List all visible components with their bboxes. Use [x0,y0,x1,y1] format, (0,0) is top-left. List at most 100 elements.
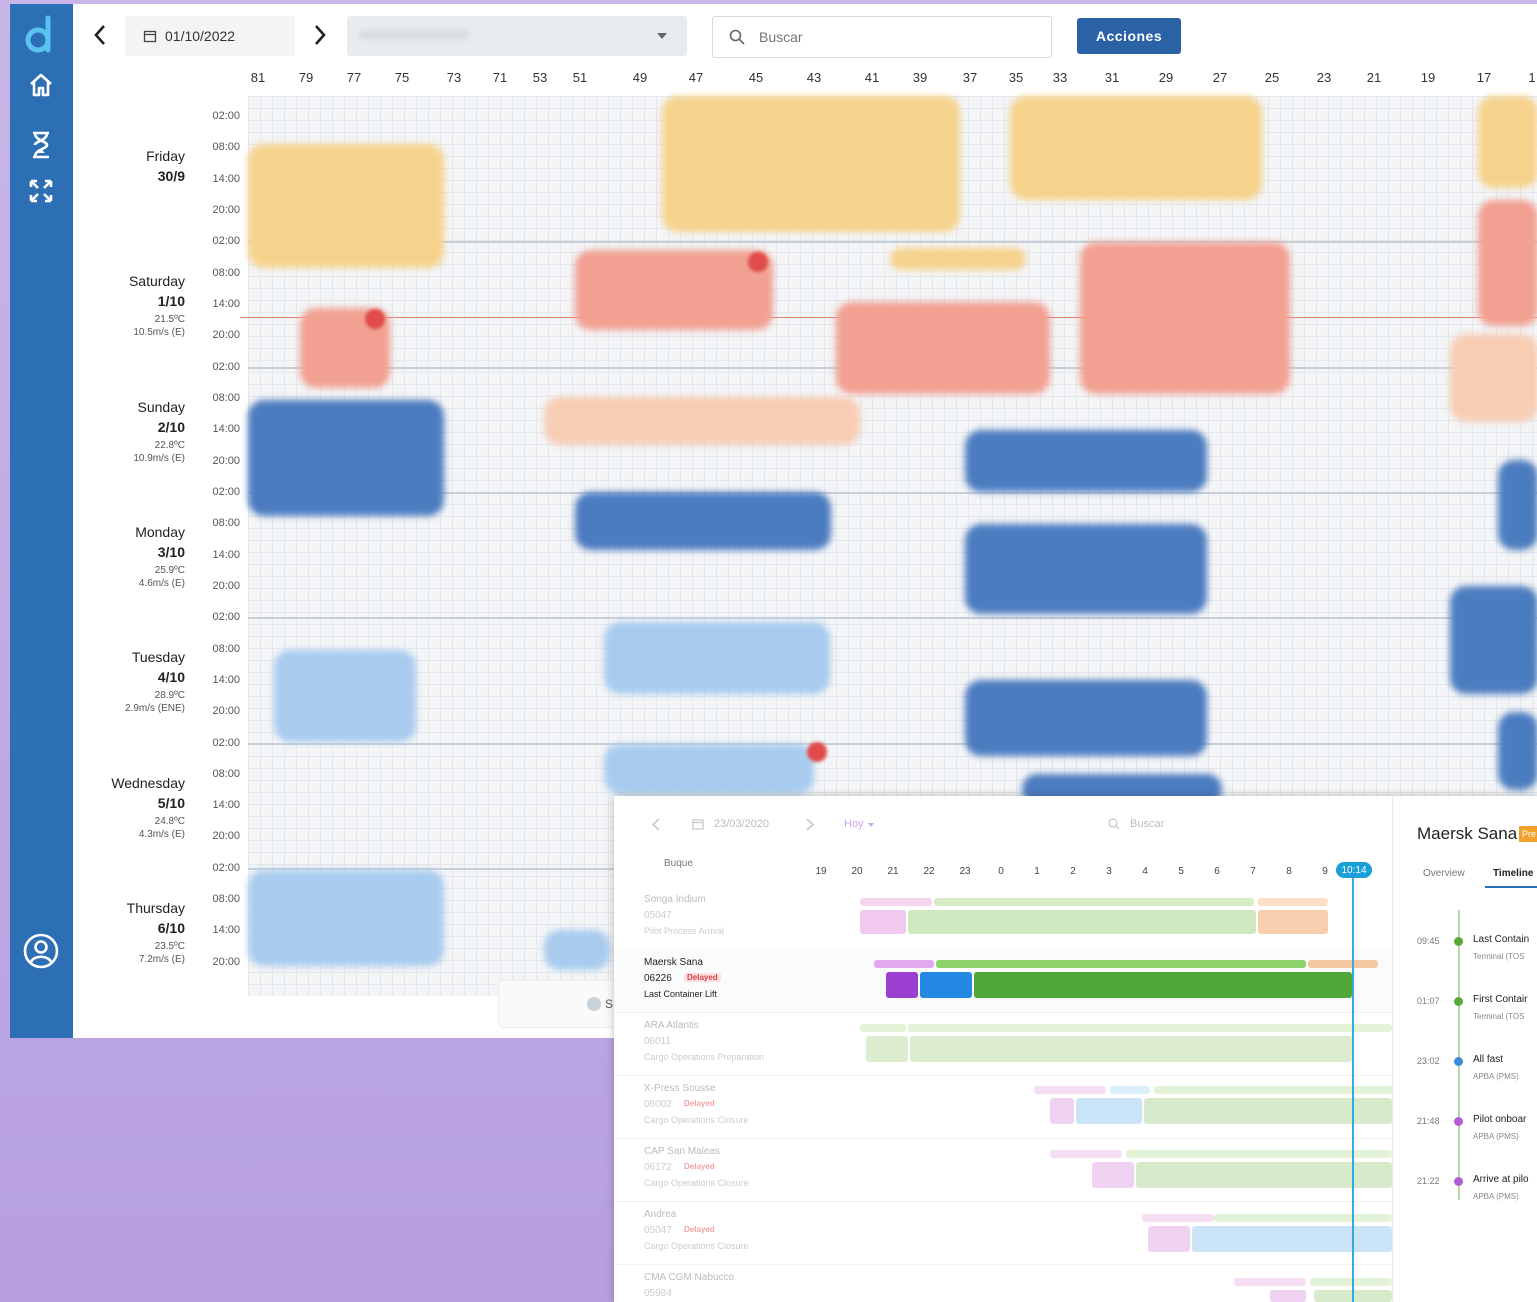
temperature: 28.9ºC [154,690,185,702]
chevron-down-icon [657,33,667,39]
tab-overview[interactable]: Overview [1423,868,1465,879]
timeline-bar[interactable] [1148,1226,1190,1252]
timeline-bar[interactable] [1214,1214,1392,1222]
timeline-bar[interactable] [860,910,906,934]
time-label: 02:00 [212,235,240,248]
timeline-bar[interactable] [936,960,1306,968]
delay-tag: Delayed [684,1162,715,1171]
logo-icon[interactable] [20,14,62,56]
vessel-block[interactable] [544,397,860,445]
timeline-bar[interactable] [1270,1290,1306,1302]
event-time: 21:22 [1417,1176,1440,1186]
hourglass-icon[interactable] [20,124,62,166]
timeline-bar[interactable] [1154,1086,1394,1094]
timeline-bar[interactable] [866,1036,908,1062]
timeline-bar[interactable] [860,898,932,906]
vessel-block[interactable] [890,248,1026,270]
vessel-block[interactable] [1478,200,1537,326]
timeline-bar[interactable] [1050,1098,1074,1124]
timeline-event[interactable]: 01:07 First Contair Terminal (TOS [1393,994,1537,1056]
actions-button[interactable]: Acciones [1077,18,1181,54]
column-label: 39 [912,70,928,85]
next-day-button[interactable] [305,18,335,52]
time-label: 20:00 [212,705,240,718]
timeline-bar[interactable] [1142,1214,1214,1222]
column-label: 29 [1158,70,1174,85]
vessel-block[interactable] [544,930,610,970]
timeline-bar[interactable] [1110,1086,1150,1094]
column-label: 27 [1212,70,1228,85]
column-label: 81 [250,70,266,85]
vessel-block[interactable] [1450,586,1537,694]
prev-day-button[interactable] [85,18,115,52]
vessel-block[interactable] [836,302,1050,394]
timeline-bar[interactable] [908,910,1256,934]
vessel-block[interactable] [1498,460,1537,550]
day-label: Friday 30/9 [73,148,185,188]
vessel-block[interactable] [1080,242,1290,394]
calendar-icon [692,819,704,830]
vessel-block[interactable] [1010,96,1262,200]
vessel-block[interactable] [575,492,831,550]
vessel-block[interactable] [248,144,444,268]
legend-label: S [605,997,614,1011]
date-picker[interactable]: 01/10/2022 [125,16,295,56]
next-arrow-icon[interactable] [806,818,814,831]
panel-search-input[interactable]: Buscar [1130,818,1164,830]
vessel-block[interactable] [965,524,1207,614]
user-circle-icon[interactable] [22,932,60,970]
timeline-bar[interactable] [1308,960,1378,968]
vessel-block[interactable] [248,870,444,966]
timeline-bar[interactable] [886,972,918,998]
search-field[interactable] [712,16,1052,58]
timeline-bar[interactable] [920,972,972,998]
timeline-bar[interactable] [1092,1162,1134,1188]
vessel-block[interactable] [1498,712,1537,790]
vessel-block[interactable] [662,96,960,232]
timeline-event[interactable]: 21:48 Pilot onboar APBA (PMS) [1393,1114,1537,1176]
timeline-bar[interactable] [1076,1098,1142,1124]
timeline-event[interactable]: 09:45 Last Contain Terminal (TOS [1393,934,1537,996]
terminal-select[interactable] [347,16,687,56]
temperature: 25.9ºC [154,564,185,576]
timeline-event[interactable]: 21:22 Arrive at pilo APBA (PMS) [1393,1174,1537,1236]
day-date: 3/10 [157,543,185,560]
wind: 2.9m/s (ENE) [124,703,185,715]
timeline-bar[interactable] [1034,1086,1106,1094]
timeline-bar[interactable] [934,898,1254,906]
timeline-bar[interactable] [1258,898,1328,906]
expand-icon[interactable] [20,170,62,212]
column-label: 17 [1476,70,1492,85]
timeline-bar[interactable] [1144,1098,1392,1124]
search-input[interactable] [757,28,1041,46]
vessel-block[interactable] [1478,96,1537,188]
today-dropdown[interactable]: Hoy [844,818,864,830]
timeline-bar[interactable] [974,972,1352,998]
timeline-bar[interactable] [1310,1278,1392,1286]
vessel-block[interactable] [965,430,1207,492]
vessel-block[interactable] [274,650,416,742]
vessel-block[interactable] [604,744,814,794]
home-icon[interactable] [20,64,62,106]
timeline-bar[interactable] [860,1024,906,1032]
vessel-block[interactable] [965,680,1207,756]
time-label: 20:00 [212,830,240,843]
vessel-block[interactable] [575,250,773,330]
timeline-bar[interactable] [1050,1150,1122,1158]
vessel-block[interactable] [248,400,444,516]
day-weather: 22.8ºC 10.9m/s (E) [73,439,185,465]
timeline-bar[interactable] [908,1024,1392,1032]
timeline-bar[interactable] [1234,1278,1306,1286]
panel-date[interactable]: 23/03/2020 [714,818,769,830]
vessel-block[interactable] [1450,334,1537,422]
timeline-bar[interactable] [874,960,934,968]
calendar-icon [143,30,157,43]
prev-arrow-icon[interactable] [652,818,660,831]
tab-timeline[interactable]: Timeline [1493,868,1533,879]
timeline-event[interactable]: 23:02 All fast APBA (PMS) [1393,1054,1537,1116]
time-label: 14:00 [212,172,240,185]
vessel-block[interactable] [604,622,830,694]
timeline-bar[interactable] [910,1036,1352,1062]
timeline-bar[interactable] [1258,910,1328,934]
timeline-bar[interactable] [1192,1226,1392,1252]
